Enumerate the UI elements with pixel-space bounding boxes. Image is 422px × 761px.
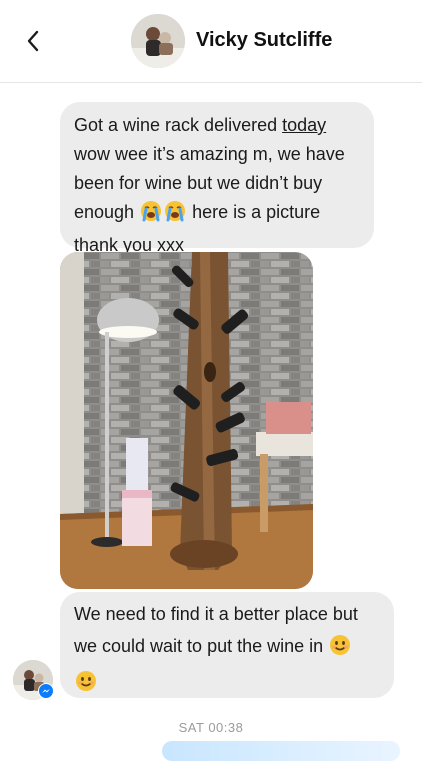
crying-face-icon: [164, 200, 186, 231]
message-line: wow wee it’s amazing m, we have: [74, 144, 345, 164]
chevron-left-icon: [27, 30, 39, 52]
message-bubble[interactable]: We need to find it a better place but we…: [60, 592, 394, 698]
underlined-word: today: [282, 115, 327, 135]
smiling-face-icon: [329, 634, 351, 666]
message-bubble[interactable]: Got a wine rack delivered today wow wee …: [60, 102, 374, 255]
conversation-header: Vicky Sutcliffe: [0, 0, 422, 83]
outgoing-message-bubble[interactable]: [162, 741, 400, 761]
contact-avatar[interactable]: [131, 14, 185, 68]
message-line: we could wait to put the wine in: [74, 630, 380, 666]
smiling-face-icon: [75, 670, 97, 702]
message-timestamp: SAT 00:38: [178, 720, 244, 735]
message-line: enough here is a picture: [74, 198, 360, 231]
message-line: Got a wine rack delivered today: [74, 115, 327, 135]
contact-name[interactable]: Vicky Sutcliffe: [196, 29, 332, 52]
back-button[interactable]: [18, 26, 48, 56]
wine-rack-photo[interactable]: [60, 252, 313, 589]
message-line: [74, 666, 380, 702]
message-line: We need to find it a better place but: [74, 604, 358, 624]
crying-face-icon: [140, 200, 162, 231]
messenger-icon: [38, 683, 54, 699]
message-line: been for wine but we didn’t buy: [74, 173, 323, 193]
